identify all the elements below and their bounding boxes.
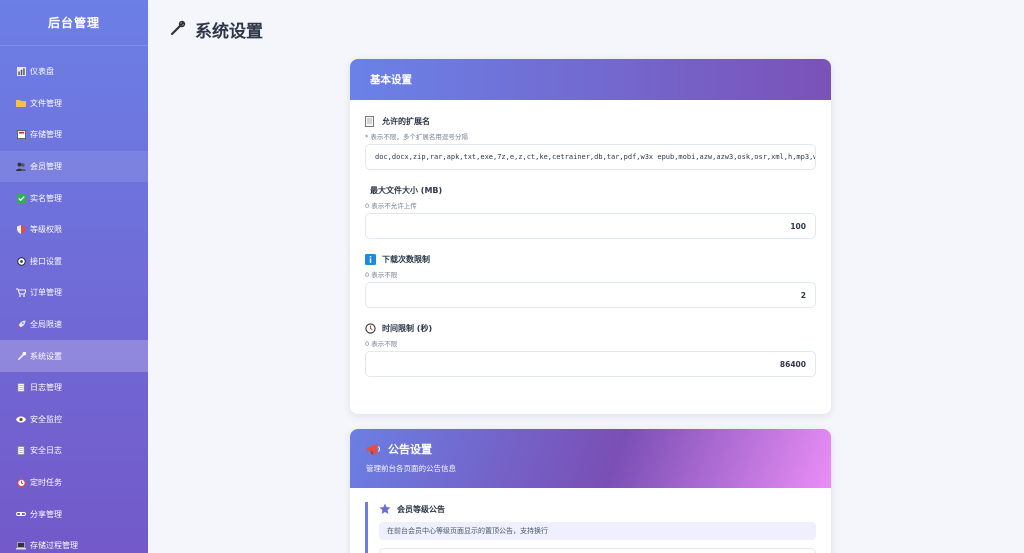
- time-limit-input[interactable]: 86400: [365, 351, 816, 377]
- bar-chart-icon: [15, 66, 27, 78]
- basic-settings-title: 基本设置: [350, 59, 831, 100]
- page-title: 系统设置: [195, 21, 263, 42]
- sidebar-item-system-settings[interactable]: 系统设置: [0, 340, 148, 372]
- sidebar-item-label: 仪表盘: [30, 67, 54, 77]
- eye-icon: [15, 413, 27, 425]
- shield-icon: [15, 224, 27, 236]
- sidebar-item-orders[interactable]: 订单管理: [0, 277, 148, 309]
- rocket-icon: [15, 319, 27, 331]
- field-label-text: 时间限制 (秒): [382, 323, 433, 333]
- announcement-card: 公告设置 管理前台各页面的公告信息 会员等级公告 在前台会员中心等级页面显示的置…: [350, 429, 831, 553]
- sidebar: 后台管理 仪表盘 文件管理 存储管理 会员管理 实名管理 等级权限 接口设置 订…: [0, 0, 148, 553]
- sidebar-item-label: 日志管理: [30, 383, 62, 393]
- document-icon: [15, 445, 27, 457]
- announcement-title: 公告设置: [388, 443, 432, 456]
- users-icon: [15, 161, 27, 173]
- announcement-header: 公告设置 管理前台各页面的公告信息: [350, 429, 831, 488]
- member-level-announcement-title: 会员等级公告: [379, 502, 816, 516]
- gear-icon: [15, 255, 27, 267]
- max-file-size-label: 最大文件大小 (MB): [365, 183, 816, 197]
- sidebar-item-label: 接口设置: [30, 256, 62, 266]
- sub-title-text: 会员等级公告: [397, 504, 445, 514]
- sidebar-item-shares[interactable]: 分享管理: [0, 498, 148, 530]
- max-file-size-field: 最大文件大小 (MB) 0 表示不允许上传 100: [365, 183, 816, 239]
- sidebar-item-label: 分享管理: [30, 509, 62, 519]
- sidebar-item-label: 存储过程管理: [30, 541, 78, 551]
- sidebar-item-storage[interactable]: 存储管理: [0, 119, 148, 151]
- link-icon: [15, 508, 27, 520]
- megaphone-icon: [366, 443, 382, 455]
- sidebar-item-security-logs[interactable]: 安全日志: [0, 435, 148, 467]
- max-file-size-hint: 0 表示不允许上传: [365, 202, 417, 210]
- sidebar-item-label: 等级权限: [30, 225, 62, 235]
- basic-settings-body: 允许的扩展名 * 表示不限，多个扩展名用逗号分隔 doc,docx,zip,ra…: [350, 100, 831, 377]
- sidebar-item-realname[interactable]: 实名管理: [0, 182, 148, 214]
- cart-icon: [15, 287, 27, 299]
- sidebar-item-label: 文件管理: [30, 98, 62, 108]
- sidebar-item-label: 全局限速: [30, 320, 62, 330]
- allowed-extensions-hint: * 表示不限，多个扩展名用逗号分隔: [365, 133, 468, 141]
- sidebar-item-label: 安全日志: [30, 446, 62, 456]
- max-file-size-input[interactable]: 100: [365, 213, 816, 239]
- sidebar-item-levels[interactable]: 等级权限: [0, 214, 148, 246]
- announcement-description: 管理前台各页面的公告信息: [366, 464, 456, 473]
- sidebar-item-security-monitor[interactable]: 安全监控: [0, 404, 148, 436]
- document-icon: [15, 382, 27, 394]
- sidebar-item-label: 存储管理: [30, 130, 62, 140]
- sidebar-item-speed-limit[interactable]: 全局限速: [0, 309, 148, 341]
- sidebar-item-label: 订单管理: [30, 288, 62, 298]
- download-limit-field: 下载次数限制 0 表示不限 2: [365, 252, 816, 308]
- storage-icon: [15, 129, 27, 141]
- allowed-extensions-input[interactable]: doc,docx,zip,rar,apk,txt,exe,7z,e,z,ct,k…: [365, 144, 816, 170]
- alarm-clock-icon: [15, 477, 27, 489]
- check-box-icon: [15, 192, 27, 204]
- star-icon: [379, 503, 391, 515]
- sidebar-item-api[interactable]: 接口设置: [0, 246, 148, 278]
- time-limit-field: 时间限制 (秒) 0 表示不限 86400: [365, 321, 816, 377]
- time-limit-label: 时间限制 (秒): [365, 321, 816, 335]
- clock-icon: [365, 322, 376, 334]
- member-level-announcement-textarea[interactable]: [379, 548, 816, 553]
- download-limit-input[interactable]: 2: [365, 282, 816, 308]
- sidebar-item-stored-procedures[interactable]: 存储过程管理: [0, 530, 148, 553]
- info-icon: [365, 253, 376, 265]
- sidebar-item-label: 定时任务: [30, 478, 62, 488]
- allowed-extensions-field: 允许的扩展名 * 表示不限，多个扩展名用逗号分隔 doc,docx,zip,ra…: [365, 114, 816, 170]
- download-limit-label: 下载次数限制: [365, 252, 816, 266]
- sidebar-item-label: 实名管理: [30, 193, 62, 203]
- sidebar-item-dashboard[interactable]: 仪表盘: [0, 56, 148, 88]
- allowed-extensions-label: 允许的扩展名: [365, 114, 816, 128]
- sidebar-title: 后台管理: [0, 0, 148, 46]
- sidebar-item-logs[interactable]: 日志管理: [0, 372, 148, 404]
- wrench-icon: [15, 350, 27, 362]
- document-icon: [365, 115, 376, 127]
- page-header: 系统设置: [168, 15, 263, 43]
- member-level-announcement-section: 会员等级公告 在前台会员中心等级页面显示的置顶公告，支持换行: [365, 502, 816, 553]
- sidebar-menu: 仪表盘 文件管理 存储管理 会员管理 实名管理 等级权限 接口设置 订单管理 全…: [0, 46, 148, 553]
- field-label-text: 允许的扩展名: [382, 116, 430, 126]
- sidebar-item-files[interactable]: 文件管理: [0, 88, 148, 120]
- download-limit-hint: 0 表示不限: [365, 271, 398, 279]
- member-level-announcement-hint: 在前台会员中心等级页面显示的置顶公告，支持换行: [379, 522, 816, 540]
- field-label-text: 最大文件大小 (MB): [370, 185, 443, 195]
- sidebar-item-label: 系统设置: [30, 351, 62, 361]
- sidebar-item-scheduled-tasks[interactable]: 定时任务: [0, 467, 148, 499]
- laptop-icon: [15, 540, 27, 552]
- wrench-icon: [168, 20, 186, 38]
- sidebar-item-label: 会员管理: [30, 162, 62, 172]
- sidebar-item-members[interactable]: 会员管理: [0, 150, 148, 183]
- sidebar-item-label: 安全监控: [30, 414, 62, 424]
- folder-icon: [15, 97, 27, 109]
- field-label-text: 下载次数限制: [382, 254, 430, 264]
- time-limit-hint: 0 表示不限: [365, 340, 398, 348]
- basic-settings-card: 基本设置 允许的扩展名 * 表示不限，多个扩展名用逗号分隔 doc,docx,z…: [350, 59, 831, 414]
- announcement-title-row: 公告设置: [366, 441, 831, 457]
